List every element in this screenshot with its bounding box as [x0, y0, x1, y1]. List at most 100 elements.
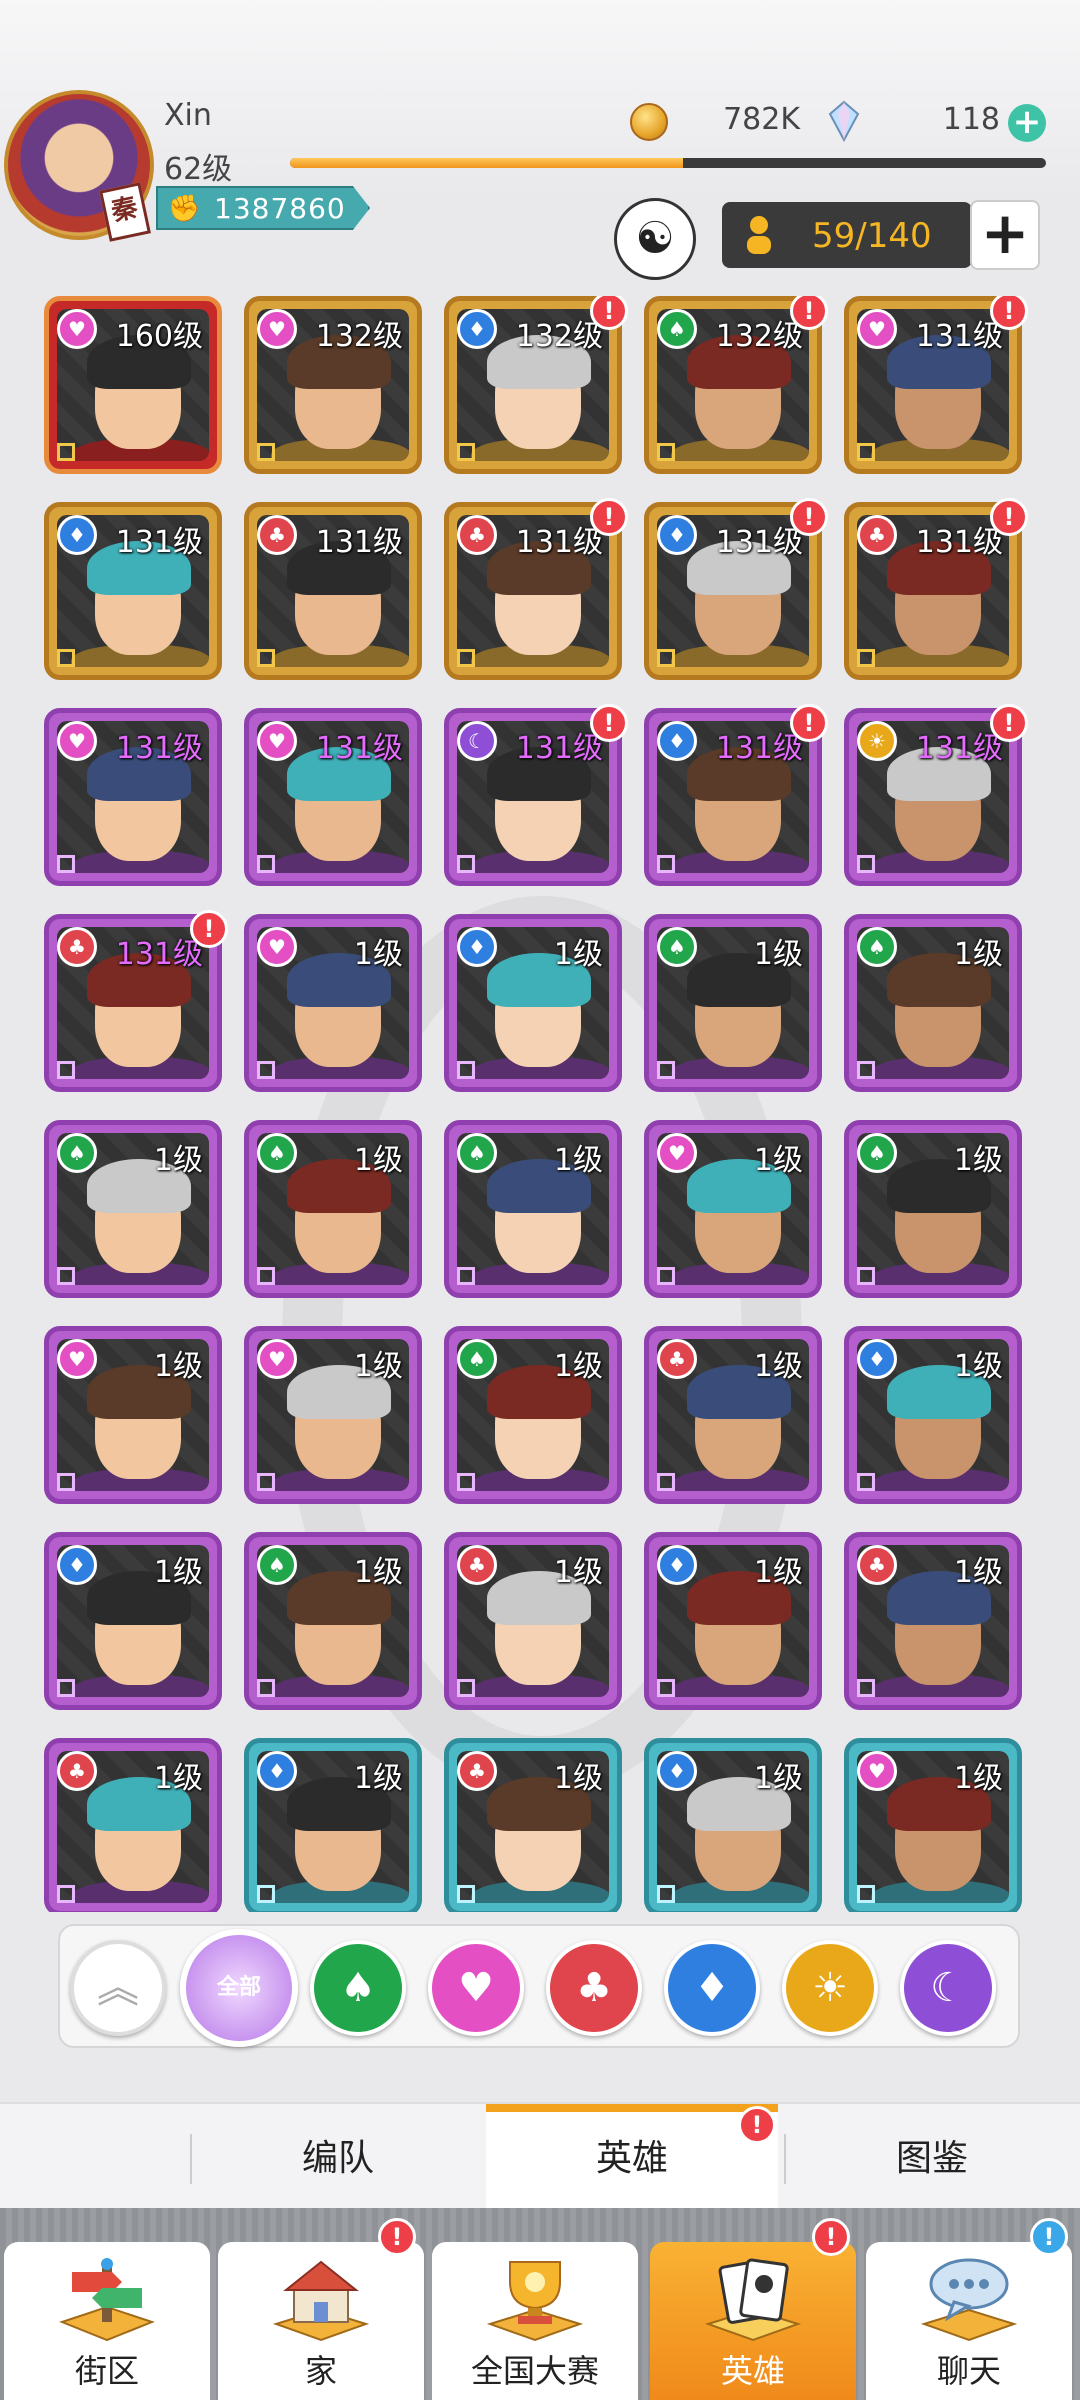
- tab-heroes-label: 英雄: [595, 2138, 668, 2179]
- chat-bubble-icon: [920, 2258, 1018, 2342]
- player-name: Xin: [164, 98, 212, 133]
- hero-level: 131级: [715, 731, 803, 766]
- hero-card[interactable]: ♥ 131级: [244, 708, 422, 886]
- sun-filter-button[interactable]: ☀: [782, 1940, 878, 2036]
- heart-filter-button[interactable]: ♥: [428, 1940, 524, 2036]
- star-frame-icon: [57, 443, 75, 461]
- exp-bar-fill: [290, 158, 684, 168]
- hero-card[interactable]: ♠ 1级: [444, 1326, 622, 1504]
- nav-home-label: 家: [304, 2352, 337, 2390]
- hero-level: 1级: [353, 1555, 403, 1590]
- filter-all-button[interactable]: 全部: [180, 1929, 298, 2047]
- hero-level: 131级: [315, 525, 403, 560]
- add-gems-button[interactable]: +: [1008, 104, 1046, 142]
- hero-card[interactable]: ♥ 1级: [844, 1738, 1022, 1912]
- star-frame-icon: [857, 443, 875, 461]
- hero-card[interactable]: ♠ 1级: [44, 1120, 222, 1298]
- hero-card[interactable]: ♠ 1级: [244, 1532, 422, 1710]
- nav-street[interactable]: 街区: [4, 2242, 210, 2400]
- hero-card[interactable]: ♣ 1级: [844, 1532, 1022, 1710]
- hero-level: 132级: [515, 319, 603, 354]
- nav-home[interactable]: 家: [218, 2242, 424, 2400]
- heart-faction-icon: ♥: [857, 309, 897, 349]
- moon-filter-button[interactable]: ☾: [900, 1940, 996, 2036]
- hero-card[interactable]: ♥ 1级: [244, 914, 422, 1092]
- star-frame-icon: [257, 855, 275, 873]
- club-filter-button[interactable]: ♣: [546, 1940, 642, 2036]
- hero-card[interactable]: ♦ 131级: [44, 502, 222, 680]
- hero-alert-badge: !: [790, 704, 828, 742]
- tab-heroes[interactable]: 英雄: [486, 2104, 778, 2210]
- hero-level: 1级: [953, 937, 1003, 972]
- hero-card[interactable]: ♠ 1级: [844, 1120, 1022, 1298]
- heart-faction-icon: ♥: [57, 721, 97, 761]
- star-frame-icon: [657, 649, 675, 667]
- spade-faction-icon: ♠: [457, 1133, 497, 1173]
- star-frame-icon: [457, 855, 475, 873]
- star-frame-icon: [857, 1061, 875, 1079]
- diamond-faction-icon: ♦: [457, 927, 497, 967]
- hero-card[interactable]: ♠ 1级: [244, 1120, 422, 1298]
- heart-faction-icon: ♥: [57, 309, 97, 349]
- hero-card[interactable]: ♣ 1级: [644, 1326, 822, 1504]
- diamond-faction-icon: ♦: [657, 1751, 697, 1791]
- hero-level: 131级: [315, 731, 403, 766]
- hero-card[interactable]: ♦ 1级: [844, 1326, 1022, 1504]
- tab-gallery[interactable]: 图鉴: [786, 2104, 1078, 2210]
- heart-faction-icon: ♥: [257, 1339, 297, 1379]
- hero-card[interactable]: ♠ 1级: [444, 1120, 622, 1298]
- hero-card[interactable]: ♣ 1级: [444, 1532, 622, 1710]
- hero-card[interactable]: ♣ 131级: [244, 502, 422, 680]
- hero-card[interactable]: ♥ 1级: [244, 1326, 422, 1504]
- hero-card[interactable]: ♠ 1级: [644, 914, 822, 1092]
- hero-level: 160级: [115, 319, 203, 354]
- mentor-icon[interactable]: ☯: [614, 198, 696, 280]
- player-level: 62级: [164, 152, 233, 187]
- hero-card[interactable]: ♥ 160级: [44, 296, 222, 474]
- star-frame-icon: [257, 443, 275, 461]
- spade-filter-button[interactable]: ♠: [310, 1940, 406, 2036]
- filter-all-label: 全部: [216, 1975, 261, 2000]
- star-frame-icon: [657, 443, 675, 461]
- expand-capacity-button[interactable]: +: [970, 200, 1040, 270]
- hero-card[interactable]: ♥ 1级: [644, 1120, 822, 1298]
- heart-faction-icon: ♥: [257, 927, 297, 967]
- moon-faction-icon: ☾: [457, 721, 497, 761]
- tab-formation[interactable]: 编队: [192, 2104, 484, 2210]
- sun-faction-icon: ☀: [857, 721, 897, 761]
- hero-card[interactable]: ♦ 1级: [644, 1738, 822, 1912]
- hero-card[interactable]: ♥ 132级: [244, 296, 422, 474]
- club-faction-icon: ♣: [457, 515, 497, 555]
- nav-tournament[interactable]: 全国大赛: [432, 2242, 638, 2400]
- hero-card[interactable]: ♦ 1级: [44, 1532, 222, 1710]
- nav-home-alert-badge: !: [378, 2218, 416, 2256]
- star-frame-icon: [457, 1267, 475, 1285]
- club-faction-icon: ♣: [857, 515, 897, 555]
- hero-card[interactable]: ♥ 1级: [44, 1326, 222, 1504]
- star-frame-icon: [457, 1061, 475, 1079]
- nav-heroes[interactable]: 英雄: [650, 2242, 856, 2400]
- hero-card[interactable]: ♦ 1级: [644, 1532, 822, 1710]
- hero-alert-badge: !: [790, 498, 828, 536]
- hero-level: 1级: [753, 1349, 803, 1384]
- scroll-up-button[interactable]: ︽: [70, 1940, 166, 2036]
- hero-card[interactable]: ♦ 1级: [444, 914, 622, 1092]
- star-frame-icon: [57, 1267, 75, 1285]
- nav-chat[interactable]: 聊天: [866, 2242, 1072, 2400]
- diamond-filter-button[interactable]: ♦: [664, 1940, 760, 2036]
- hero-card[interactable]: ♣ 1级: [44, 1738, 222, 1912]
- diamond-faction-icon: ♦: [657, 721, 697, 761]
- hero-alert-badge: !: [790, 296, 828, 330]
- star-frame-icon: [657, 1473, 675, 1491]
- hero-level: 1级: [953, 1143, 1003, 1178]
- star-frame-icon: [257, 1267, 275, 1285]
- hero-card[interactable]: ♥ 131级: [44, 708, 222, 886]
- hero-card[interactable]: ♠ 1级: [844, 914, 1022, 1092]
- star-frame-icon: [857, 855, 875, 873]
- hero-level: 131级: [115, 525, 203, 560]
- star-frame-icon: [857, 1267, 875, 1285]
- hero-card[interactable]: ♣ 1级: [444, 1738, 622, 1912]
- star-frame-icon: [257, 1061, 275, 1079]
- hero-card[interactable]: ♦ 1级: [244, 1738, 422, 1912]
- hero-level: 1级: [553, 937, 603, 972]
